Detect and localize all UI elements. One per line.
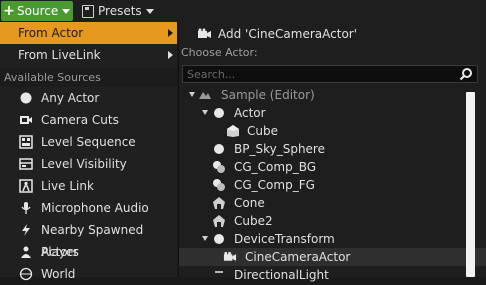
search-box	[182, 65, 478, 83]
tree-row-world[interactable]: Sample (Editor)	[179, 86, 486, 104]
choose-actor-label: Choose Actor:	[181, 46, 258, 59]
tree-row-label: Cube2	[234, 214, 273, 228]
tree-row-label: CG_Comp_BG	[234, 160, 317, 174]
source-item-microphone-audio[interactable]: Microphone Audio	[0, 197, 177, 219]
menu-item-from-livelink[interactable]: From LiveLink	[0, 44, 177, 66]
source-item-player[interactable]: Player	[0, 241, 177, 263]
source-item-label: Live Link	[41, 179, 94, 193]
tree-row-cube[interactable]: Cube	[179, 122, 486, 140]
tree-row-label: DeviceTransform	[234, 232, 335, 246]
tree-row-label: Actor	[234, 106, 266, 120]
add-actor-button[interactable]: Add 'CineCameraActor'	[179, 24, 486, 44]
static-mesh-icon	[227, 125, 239, 137]
chevron-right-icon	[168, 29, 173, 37]
tree-row-label: DirectionalLight	[234, 268, 329, 282]
source-item-level-sequence[interactable]: Level Sequence	[0, 131, 177, 153]
menu-item-from-actor[interactable]: From Actor	[0, 22, 177, 44]
source-item-label: Level Sequence	[41, 135, 136, 149]
live-link-icon	[19, 179, 33, 193]
expand-arrow-icon[interactable]	[189, 92, 195, 97]
sphere-icon	[214, 234, 224, 244]
tree-row-label: CineCameraActor	[245, 250, 351, 264]
chevron-right-icon	[168, 51, 173, 59]
composite-icon	[213, 161, 225, 173]
tree-row-cube2[interactable]: Cube2	[179, 212, 486, 230]
search-input[interactable]	[187, 67, 447, 81]
source-item-label: Any Actor	[41, 91, 100, 105]
actor-tree: Sample (Editor) Actor Cube BP_Sky_Sphere…	[179, 86, 486, 284]
tree-row-cinecameraactor[interactable]: CineCameraActor	[179, 248, 486, 266]
tree-row-devicetransform[interactable]: DeviceTransform	[179, 230, 486, 248]
tree-row-directionallight[interactable]: DirectionalLight	[179, 266, 486, 284]
tree-row-label: Cone	[234, 196, 265, 210]
source-item-label: Camera Cuts	[41, 113, 119, 127]
spawn-icon	[22, 224, 30, 236]
source-item-label: Player	[41, 245, 79, 259]
sphere-icon	[214, 144, 224, 154]
camera-cuts-icon	[20, 116, 32, 124]
save-icon	[82, 4, 94, 18]
source-item-world[interactable]: World	[0, 263, 177, 285]
presets-button[interactable]: Presets	[82, 1, 154, 21]
source-item-label: Microphone Audio	[41, 201, 149, 215]
tree-row-cg-comp-bg[interactable]: CG_Comp_BG	[179, 158, 486, 176]
camera-actor-icon	[198, 28, 211, 38]
world-icon	[19, 267, 33, 281]
level-visibility-icon	[19, 158, 33, 170]
tree-row-bp-sky-sphere[interactable]: BP_Sky_Sphere	[179, 140, 486, 158]
chevron-down-icon	[145, 8, 154, 14]
sphere-icon	[214, 108, 224, 118]
light-icon	[215, 271, 223, 273]
tree-row-label: BP_Sky_Sphere	[234, 142, 325, 156]
camera-actor-icon	[223, 251, 237, 261]
level-sequence-icon	[19, 135, 33, 149]
sphere-icon	[20, 92, 32, 104]
tree-row-label: CG_Comp_FG	[234, 178, 315, 192]
plus-icon: +	[3, 3, 15, 19]
expand-arrow-icon[interactable]	[202, 236, 208, 241]
source-item-camera-cuts[interactable]: Camera Cuts	[0, 109, 177, 131]
toolbar: + Source Presets	[0, 0, 486, 23]
tree-row-cone[interactable]: Cone	[179, 194, 486, 212]
player-icon	[21, 246, 31, 258]
level-icon	[199, 92, 211, 99]
static-mesh-icon	[213, 215, 225, 227]
composite-icon	[213, 179, 225, 191]
source-item-label: World	[41, 267, 76, 281]
source-item-nearby-spawned-actors[interactable]: Nearby Spawned Actors	[0, 219, 177, 259]
expand-arrow-icon[interactable]	[202, 110, 208, 115]
presets-label: Presets	[98, 4, 142, 18]
tree-row-label: Sample (Editor)	[221, 88, 315, 102]
source-item-live-link[interactable]: Live Link	[0, 175, 177, 197]
static-mesh-icon	[213, 197, 225, 209]
source-item-level-visibility[interactable]: Level Visibility	[0, 153, 177, 175]
menu-item-label: From LiveLink	[18, 48, 101, 62]
tree-row-label: Cube	[247, 124, 278, 138]
search-icon[interactable]	[459, 67, 473, 81]
source-menu: From Actor From LiveLink Available Sourc…	[0, 22, 177, 281]
scrollbar[interactable]	[466, 92, 475, 277]
source-button[interactable]: + Source	[1, 1, 73, 21]
menu-item-label: From Actor	[18, 26, 84, 40]
tree-row-actor[interactable]: Actor	[179, 104, 486, 122]
source-button-label: Source	[17, 4, 59, 18]
section-label: Available Sources	[0, 68, 177, 87]
microphone-icon	[21, 202, 31, 214]
source-item-label: Level Visibility	[41, 157, 127, 171]
tree-row-cg-comp-fg[interactable]: CG_Comp_FG	[179, 176, 486, 194]
chevron-down-icon	[62, 8, 71, 14]
source-item-any-actor[interactable]: Any Actor	[0, 87, 177, 109]
add-actor-label: Add 'CineCameraActor'	[218, 27, 358, 41]
actor-picker-panel: Add 'CineCameraActor' Choose Actor: Samp…	[178, 22, 486, 282]
